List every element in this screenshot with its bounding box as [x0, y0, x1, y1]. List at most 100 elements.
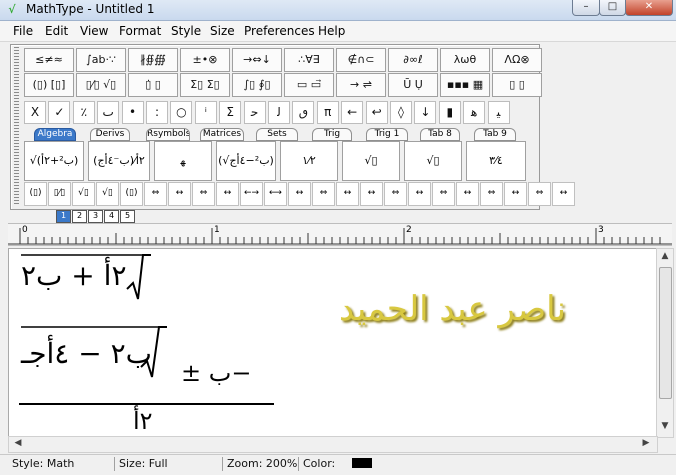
- maximize-button[interactable]: □: [599, 0, 626, 16]
- size-tab-2[interactable]: 3: [88, 210, 103, 223]
- scroll-left-icon[interactable]: ◀: [11, 438, 25, 448]
- tab-matrices[interactable]: Matrices: [200, 128, 244, 141]
- template-button-3[interactable]: (√ب²−٤أج): [216, 141, 276, 181]
- toolbar-grip[interactable]: [14, 47, 19, 205]
- template-button-0[interactable]: √(ب²+٢أ): [24, 141, 84, 181]
- palette-row1-6[interactable]: ∉∩⊂: [336, 48, 386, 72]
- symbol-button-8[interactable]: Σ: [219, 101, 242, 124]
- small-template-16[interactable]: ↔: [408, 182, 431, 206]
- palette-row1-4[interactable]: →⇔↓: [232, 48, 282, 72]
- sqrt-inner-expression[interactable]: ب٢ − ٤أجـ: [21, 337, 152, 370]
- small-template-6[interactable]: ↔: [168, 182, 191, 206]
- symbol-button-7[interactable]: ⁱ: [194, 101, 217, 124]
- horizontal-scrollbar[interactable]: ◀ ▶: [8, 436, 658, 453]
- top-radicand[interactable]: ٢أ + ب٢: [21, 259, 127, 292]
- symbol-button-12[interactable]: π: [316, 101, 339, 124]
- menu-view[interactable]: View: [80, 24, 108, 38]
- palette-row1-2[interactable]: ∦∯∰: [128, 48, 178, 72]
- palette-row1-5[interactable]: ∴∀∃: [284, 48, 334, 72]
- small-template-12[interactable]: ⇔: [312, 182, 335, 206]
- tab-derivs[interactable]: Derivs: [90, 128, 130, 141]
- tab-tab-9[interactable]: Tab 9: [474, 128, 516, 141]
- symbol-button-4[interactable]: •: [121, 101, 144, 124]
- menu-format[interactable]: Format: [119, 24, 161, 38]
- palette-row2-9[interactable]: ▯ ▯: [492, 73, 542, 97]
- small-template-4[interactable]: (▯): [120, 182, 143, 206]
- palette-row2-1[interactable]: ▯⁄▯ √▯: [76, 73, 126, 97]
- numerator-prefix[interactable]: −ب ±: [181, 359, 251, 387]
- close-button[interactable]: ✕: [625, 0, 673, 16]
- scroll-thumb[interactable]: [659, 267, 672, 399]
- template-button-2[interactable]: ﻬ: [154, 141, 212, 181]
- mathtype-app-icon[interactable]: √: [5, 3, 19, 17]
- palette-row1-1[interactable]: ∫ab·∵: [76, 48, 126, 72]
- symbol-button-5[interactable]: :: [146, 101, 168, 124]
- template-button-4[interactable]: ١⁄٢: [280, 141, 338, 181]
- symbol-button-19[interactable]: ﯿ: [487, 101, 510, 124]
- palette-row2-0[interactable]: (▯) [▯]: [24, 73, 74, 97]
- palette-row2-7[interactable]: Ū Ụ: [388, 73, 438, 97]
- template-button-7[interactable]: ٣⁄٤: [466, 141, 526, 181]
- palette-row2-6[interactable]: → ⇌: [336, 73, 386, 97]
- small-template-2[interactable]: √▯: [72, 182, 95, 206]
- size-tab-4[interactable]: 5: [120, 210, 135, 223]
- scroll-right-icon[interactable]: ▶: [639, 438, 653, 448]
- tab-sets[interactable]: Sets: [256, 128, 298, 141]
- small-template-14[interactable]: ↔: [360, 182, 383, 206]
- menu-style[interactable]: Style: [171, 24, 201, 38]
- symbol-button-15[interactable]: ◊: [390, 101, 412, 124]
- small-template-19[interactable]: ⇔: [480, 182, 503, 206]
- vertical-scrollbar[interactable]: ▲ ▼: [656, 248, 674, 438]
- symbol-button-9[interactable]: ﺣ: [243, 101, 266, 124]
- symbol-button-16[interactable]: ↓: [414, 101, 437, 124]
- menu-help[interactable]: Help: [318, 24, 345, 38]
- size-tab-0[interactable]: 1: [56, 210, 71, 223]
- symbol-button-11[interactable]: ٯ: [292, 101, 315, 124]
- symbol-button-6[interactable]: ○: [170, 101, 193, 124]
- palette-row1-8[interactable]: λωθ: [440, 48, 490, 72]
- symbol-button-17[interactable]: ▮: [438, 101, 461, 124]
- small-template-13[interactable]: ↔: [336, 182, 359, 206]
- tab-trig[interactable]: Trig: [312, 128, 352, 141]
- palette-row1-9[interactable]: ΛΩ⊗: [492, 48, 542, 72]
- symbol-button-3[interactable]: ٮ: [97, 101, 120, 124]
- small-template-17[interactable]: ⇔: [432, 182, 455, 206]
- small-template-15[interactable]: ⇔: [384, 182, 407, 206]
- small-template-5[interactable]: ⇔: [144, 182, 167, 206]
- tab-rsymbols[interactable]: Rsymbols: [146, 128, 190, 141]
- symbol-button-1[interactable]: ✓: [48, 101, 71, 124]
- color-swatch[interactable]: [352, 458, 372, 468]
- small-template-18[interactable]: ↔: [456, 182, 479, 206]
- small-template-11[interactable]: ↔: [288, 182, 311, 206]
- symbol-button-0[interactable]: X: [24, 101, 46, 124]
- symbol-button-14[interactable]: ↩: [365, 101, 388, 124]
- tab-algebra[interactable]: Algebra: [34, 128, 76, 141]
- small-template-0[interactable]: (▯): [24, 182, 47, 206]
- menu-size[interactable]: Size: [210, 24, 235, 38]
- small-template-20[interactable]: ↔: [504, 182, 527, 206]
- size-tab-3[interactable]: 4: [104, 210, 119, 223]
- palette-row2-5[interactable]: ▭ ▭⃗: [284, 73, 334, 97]
- palette-row2-2[interactable]: ▯̇ ▯: [128, 73, 178, 97]
- minimize-button[interactable]: –: [572, 0, 600, 16]
- menu-preferences[interactable]: Preferences: [244, 24, 315, 38]
- template-button-5[interactable]: √▯: [342, 141, 400, 181]
- palette-row1-7[interactable]: ∂∞ℓ: [388, 48, 438, 72]
- small-template-8[interactable]: ↔: [216, 182, 239, 206]
- tab-trig-1[interactable]: Trig 1: [366, 128, 408, 141]
- palette-row2-8[interactable]: ▪▪▪ ▦: [440, 73, 490, 97]
- symbol-button-18[interactable]: ﻫ: [463, 101, 486, 124]
- symbol-button-2[interactable]: ٪: [72, 101, 95, 124]
- size-tab-1[interactable]: 2: [72, 210, 87, 223]
- small-template-7[interactable]: ⇔: [192, 182, 215, 206]
- menu-file[interactable]: File: [13, 24, 33, 38]
- menu-edit[interactable]: Edit: [45, 24, 68, 38]
- denominator[interactable]: ٢أ: [133, 407, 153, 435]
- small-template-22[interactable]: ↔: [552, 182, 575, 206]
- scroll-up-icon[interactable]: ▲: [658, 251, 672, 261]
- equation-editor-area[interactable]: ٢أ + ب٢ ب٢ − ٤أجـ −ب ± ٢أ ناصر عبد الحمي…: [8, 248, 658, 438]
- small-template-1[interactable]: ▯⁄▯: [48, 182, 71, 206]
- small-template-10[interactable]: ⟷: [264, 182, 287, 206]
- small-template-3[interactable]: √▯: [96, 182, 119, 206]
- template-button-6[interactable]: √▯: [404, 141, 462, 181]
